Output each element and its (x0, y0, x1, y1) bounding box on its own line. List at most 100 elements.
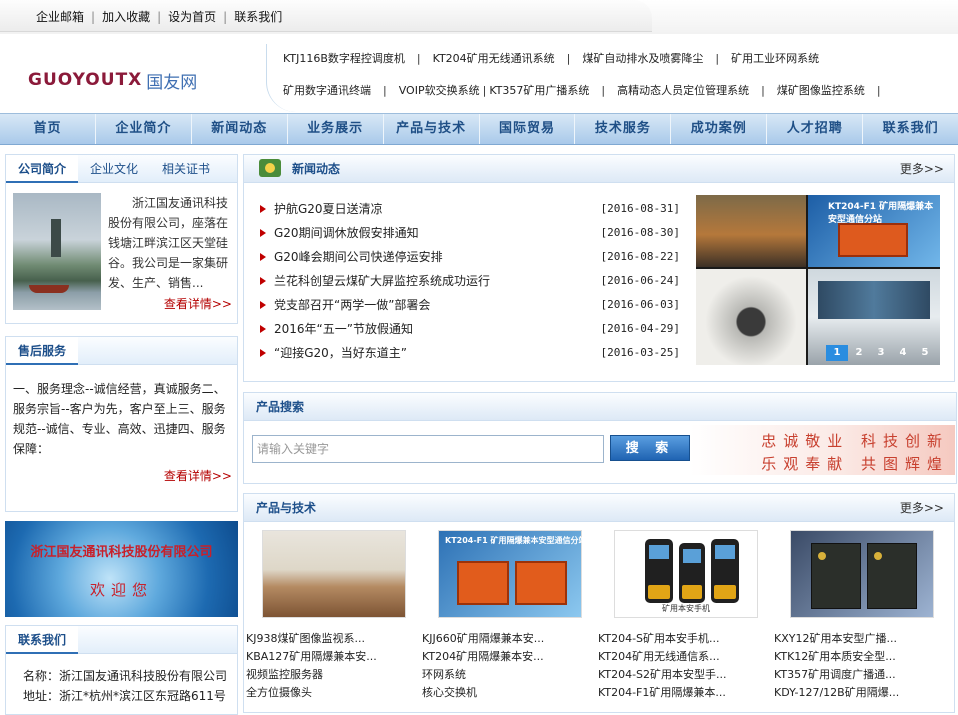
product-column: KT204-F1 矿用隔爆兼本安型通信分站 KJJ660矿用隔爆兼本安... K… (422, 522, 598, 702)
product-names: KXY12矿用本安型广播... KTK12矿用本质安全型... KT357矿用调… (774, 630, 950, 702)
quick-link[interactable]: 煤矿图像监控系统 (777, 84, 865, 97)
contact-address: 地址：浙江*杭州*滨江区东冠路611号 (23, 689, 226, 703)
divider: | (482, 84, 487, 97)
product-link[interactable]: KJJ660矿用隔爆兼本安... (422, 630, 598, 648)
divider: | (601, 84, 606, 97)
nav-careers[interactable]: 人才招聘 (767, 114, 864, 144)
top-link-contact[interactable]: 联系我们 (234, 10, 282, 24)
news-item-title: 2016年“五一”节放假通知 (274, 322, 413, 336)
product-link[interactable]: KJ938煤矿图像监视系... (246, 630, 422, 648)
news-item[interactable]: G20峰会期间公司快递停运安排 [2016-08-22] (252, 245, 680, 269)
quick-link[interactable]: KT204矿用无线通讯系统 (433, 52, 555, 65)
product-link[interactable]: KT204-S2矿用本安型手... (598, 666, 774, 684)
top-link-email[interactable]: 企业邮箱 (36, 10, 84, 24)
top-bar: 企业邮箱 | 加入收藏 | 设为首页 | 联系我们 (0, 0, 958, 34)
intro-more-link[interactable]: 查看详情>> (164, 295, 232, 312)
site-logo[interactable]: GUOYOUTX 国友网 (28, 66, 197, 94)
nav-international-trade[interactable]: 国际贸易 (480, 114, 576, 144)
products-panel: 产品与技术 更多>> KJ938煤矿图像监视系... KBA127矿用隔爆兼本安… (243, 493, 955, 713)
nav-tech-service[interactable]: 技术服务 (575, 114, 672, 144)
after-sales-text: 一、服务理念--诚信经营，真诚服务二、服务宗旨--客户为先，客户至上三、服务规范… (13, 382, 226, 456)
news-item-title: G20峰会期间公司快递停运安排 (274, 250, 443, 264)
product-link[interactable]: KT204矿用隔爆兼本安... (422, 648, 598, 666)
news-item-date: [2016-08-30] (600, 226, 680, 239)
nav-contact[interactable]: 联系我们 (863, 114, 958, 144)
product-image-monitoring[interactable] (262, 530, 406, 618)
contact-header: 联系我们 (6, 626, 237, 654)
search-input[interactable]: 请输入关键字 (252, 435, 604, 463)
product-link[interactable]: KT357矿用调度广播通... (774, 666, 950, 684)
slide-dot[interactable]: 3 (870, 345, 892, 361)
search-button[interactable]: 搜 索 (610, 435, 690, 461)
news-item-date: [2016-06-24] (600, 274, 680, 287)
product-link[interactable]: KT204-F1矿用隔爆兼本... (598, 684, 774, 702)
tab-certificates[interactable]: 相关证书 (150, 155, 222, 183)
news-panel: 新闻动态 更多>> 护航G20夏日送清凉 [2016-08-31] G20期间调休… (243, 154, 955, 382)
product-search-panel: 产品搜索 请输入关键字 搜 索 忠诚敬业 科技创新 乐观奉献 共图辉煌 (243, 392, 957, 484)
news-item[interactable]: “迎接G20，当好东道主” [2016-03-25] (252, 341, 680, 365)
slide-dot[interactable]: 2 (848, 345, 870, 361)
divider: | (223, 10, 228, 24)
top-link-homepage[interactable]: 设为首页 (168, 10, 216, 24)
product-link[interactable]: 环网系统 (422, 666, 598, 684)
product-column: KJ938煤矿图像监视系... KBA127矿用隔爆兼本安... 视频监控服务器… (246, 522, 422, 702)
quick-link[interactable]: KT357矿用广播系统 (489, 84, 589, 97)
slide-photo-workers (696, 195, 806, 267)
news-item-date: [2016-08-22] (600, 250, 680, 263)
search-title: 产品搜索 (256, 400, 305, 414)
nav-business[interactable]: 业务展示 (288, 114, 384, 144)
products-more-link[interactable]: 更多>> (900, 494, 944, 522)
quick-link[interactable]: KTJ116B数字程控调度机 (283, 52, 405, 65)
divider: | (761, 84, 765, 97)
quick-link[interactable]: VOIP软交换系统 (399, 84, 480, 97)
nav-news[interactable]: 新闻动态 (192, 114, 288, 144)
tab-company-intro[interactable]: 公司简介 (6, 155, 79, 183)
nav-cases[interactable]: 成功案例 (671, 114, 768, 144)
after-sales-header: 售后服务 (6, 337, 237, 365)
news-item-title: 兰花科创望云煤矿大屏监控系统成功运行 (274, 274, 491, 288)
news-item[interactable]: G20期间调休放假安排通知 [2016-08-30] (252, 221, 680, 245)
contact-info: 名称：浙江国友通讯科技股份有限公司 地址：浙江*杭州*滨江区东冠路611号 (6, 654, 237, 706)
quick-link[interactable]: 矿用工业环网系统 (731, 52, 819, 65)
top-link-bookmark[interactable]: 加入收藏 (102, 10, 150, 24)
welcome-banner[interactable]: 浙江国友通讯科技股份有限公司 欢迎您 (5, 521, 238, 617)
product-link[interactable]: KTK12矿用本质安全型... (774, 648, 950, 666)
nav-home[interactable]: 首页 (0, 114, 96, 144)
news-more-link[interactable]: 更多>> (900, 155, 944, 183)
news-item-date: [2016-04-29] (600, 322, 680, 335)
news-item[interactable]: 党支部召开“两学一做”部署会 [2016-06-03] (252, 293, 680, 317)
product-image-broadcast[interactable] (790, 530, 934, 618)
product-link[interactable]: KDY-127/12B矿用隔爆... (774, 684, 950, 702)
slide-photo-tunnel (696, 269, 806, 365)
news-item[interactable]: 护航G20夏日送清凉 [2016-08-31] (252, 197, 680, 221)
news-item-title: 党支部召开“两学一做”部署会 (274, 298, 431, 312)
intro-photo (13, 193, 101, 310)
product-link[interactable]: KT204矿用无线通信系... (598, 648, 774, 666)
product-link[interactable]: KBA127矿用隔爆兼本安... (246, 648, 422, 666)
divider: | (383, 84, 387, 97)
nav-company-profile[interactable]: 企业简介 (96, 114, 192, 144)
company-intro-panel: 公司简介 企业文化 相关证书 浙江国友通讯科技股份有限公司，座落在钱塘江畔滨江区… (5, 154, 238, 324)
product-link[interactable]: 核心交换机 (422, 684, 598, 702)
product-link[interactable]: 视频监控服务器 (246, 666, 422, 684)
news-item[interactable]: 2016年“五一”节放假通知 [2016-04-29] (252, 317, 680, 341)
slide-dot[interactable]: 4 (892, 345, 914, 361)
product-link[interactable]: KXY12矿用本安型广播... (774, 630, 950, 648)
product-names: KJJ660矿用隔爆兼本安... KT204矿用隔爆兼本安... 环网系统 核心… (422, 630, 598, 702)
product-link[interactable]: KT204-S矿用本安手机... (598, 630, 774, 648)
product-link[interactable]: 全方位摄像头 (246, 684, 422, 702)
product-names: KJ938煤矿图像监视系... KBA127矿用隔爆兼本安... 视频监控服务器… (246, 630, 422, 702)
product-image-comm-station[interactable]: KT204-F1 矿用隔爆兼本安型通信分站 (438, 530, 587, 618)
news-item[interactable]: 兰花科创望云煤矿大屏监控系统成功运行 [2016-06-24] (252, 269, 680, 293)
news-slideshow[interactable]: KT204-F1 矿用隔爆兼本安型通信分站 1 2 3 4 5 (696, 195, 940, 365)
slide-dot[interactable]: 1 (826, 345, 848, 361)
quick-link[interactable]: 矿用数字通讯终端 (283, 84, 371, 97)
product-image-phones[interactable]: 矿用本安手机 (614, 530, 758, 618)
quick-link[interactable]: 高精动态人员定位管理系统 (617, 84, 749, 97)
tab-corporate-culture[interactable]: 企业文化 (78, 155, 150, 183)
quick-link[interactable]: 煤矿自动排水及喷雾降尘 (582, 52, 703, 65)
after-sales-more-link[interactable]: 查看详情>> (164, 467, 232, 484)
slide-dot[interactable]: 5 (914, 345, 936, 361)
nav-products[interactable]: 产品与技术 (384, 114, 480, 144)
divider: | (157, 10, 162, 24)
